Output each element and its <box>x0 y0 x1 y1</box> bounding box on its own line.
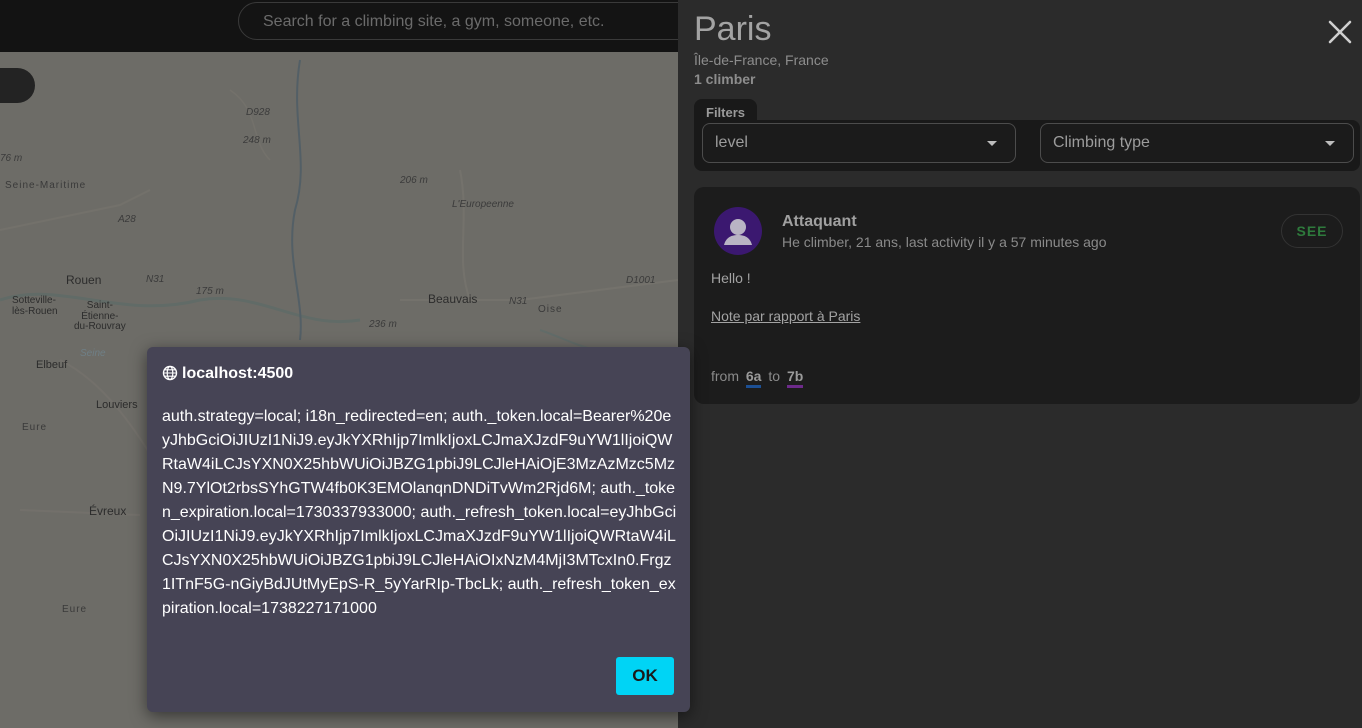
grade-to-label: to <box>768 368 781 384</box>
map-label-road: A28 <box>118 214 136 225</box>
globe-icon <box>162 365 178 381</box>
map-label-road: N31 <box>146 274 165 285</box>
map-label-road: D928 <box>246 107 270 118</box>
cookie-alert-dialog: localhost:4500 auth.strategy=local; i18n… <box>147 347 690 712</box>
search-input[interactable] <box>263 13 673 31</box>
map-label-elevation: 236 m <box>369 319 397 330</box>
map-label-city: Rouen <box>66 273 102 287</box>
climber-message: Hello ! <box>711 270 751 286</box>
search-bar[interactable] <box>238 2 698 40</box>
map-label-region: Eure <box>22 422 48 433</box>
level-select-value: level <box>715 134 748 151</box>
climber-count: 1 climber <box>694 71 756 87</box>
grade-range: from 6a to 7b <box>711 368 806 388</box>
climbing-type-select[interactable]: Climbing type <box>1040 123 1354 163</box>
map-label-road: D1001 <box>626 275 656 286</box>
climbing-type-select-value: Climbing type <box>1053 134 1150 151</box>
close-button[interactable] <box>1326 18 1354 46</box>
avatar[interactable] <box>714 207 762 255</box>
grade-to: 7b <box>786 368 804 388</box>
note-link[interactable]: Note par rapport à Paris <box>711 308 860 324</box>
see-button[interactable]: SEE <box>1281 214 1343 248</box>
chevron-down-icon <box>1325 141 1335 146</box>
grade-from-label: from <box>711 368 739 384</box>
level-select[interactable]: level <box>702 123 1016 163</box>
top-bar <box>0 0 698 52</box>
dialog-message: auth.strategy=local; i18n_redirected=en;… <box>162 408 677 617</box>
climber-name[interactable]: Attaquant <box>782 213 857 231</box>
map-label-town: Saint- Étienne- du-Rouvray <box>74 300 126 332</box>
map-label-elevation: 206 m <box>400 175 428 186</box>
map-label-road: L'Europeenne <box>452 199 514 210</box>
panel-title: Paris <box>694 10 772 48</box>
climber-meta: He climber, 21 ans, last activity il y a… <box>782 234 1107 250</box>
map-control-chip[interactable] <box>0 68 35 103</box>
ok-button[interactable]: OK <box>616 657 674 695</box>
dialog-title: localhost:4500 <box>162 365 293 383</box>
user-icon <box>724 219 752 245</box>
chevron-down-icon <box>987 141 997 146</box>
grade-from: 6a <box>745 368 762 388</box>
map-label-town: Sotteville- lès-Rouen <box>12 295 58 317</box>
map-label-region: Seine-Maritime <box>5 180 87 191</box>
panel-region: Île-de-France, France <box>694 52 829 68</box>
map-label-region: Eure <box>62 604 88 615</box>
close-icon <box>1328 20 1352 44</box>
map-label-elevation: 248 m <box>243 135 271 146</box>
climber-card: Attaquant He climber, 21 ans, last activ… <box>694 187 1360 404</box>
location-panel: Paris Île-de-France, France 1 climber Fi… <box>678 0 1362 728</box>
map-label-river: Seine <box>80 348 106 359</box>
map-label-town: Louviers <box>96 399 138 411</box>
map-label-city: Évreux <box>89 504 127 518</box>
map-label-town: Elbeuf <box>36 359 68 371</box>
filters-box: level Climbing type <box>694 120 1360 171</box>
map-label-region: Oise <box>538 304 563 315</box>
map-label-elevation: 76 m <box>0 153 23 164</box>
map-label-elevation: 175 m <box>196 286 224 297</box>
map-label-city: Beauvais <box>428 292 478 306</box>
dialog-title-text: localhost:4500 <box>182 365 294 382</box>
map-label-road: N31 <box>509 296 528 307</box>
